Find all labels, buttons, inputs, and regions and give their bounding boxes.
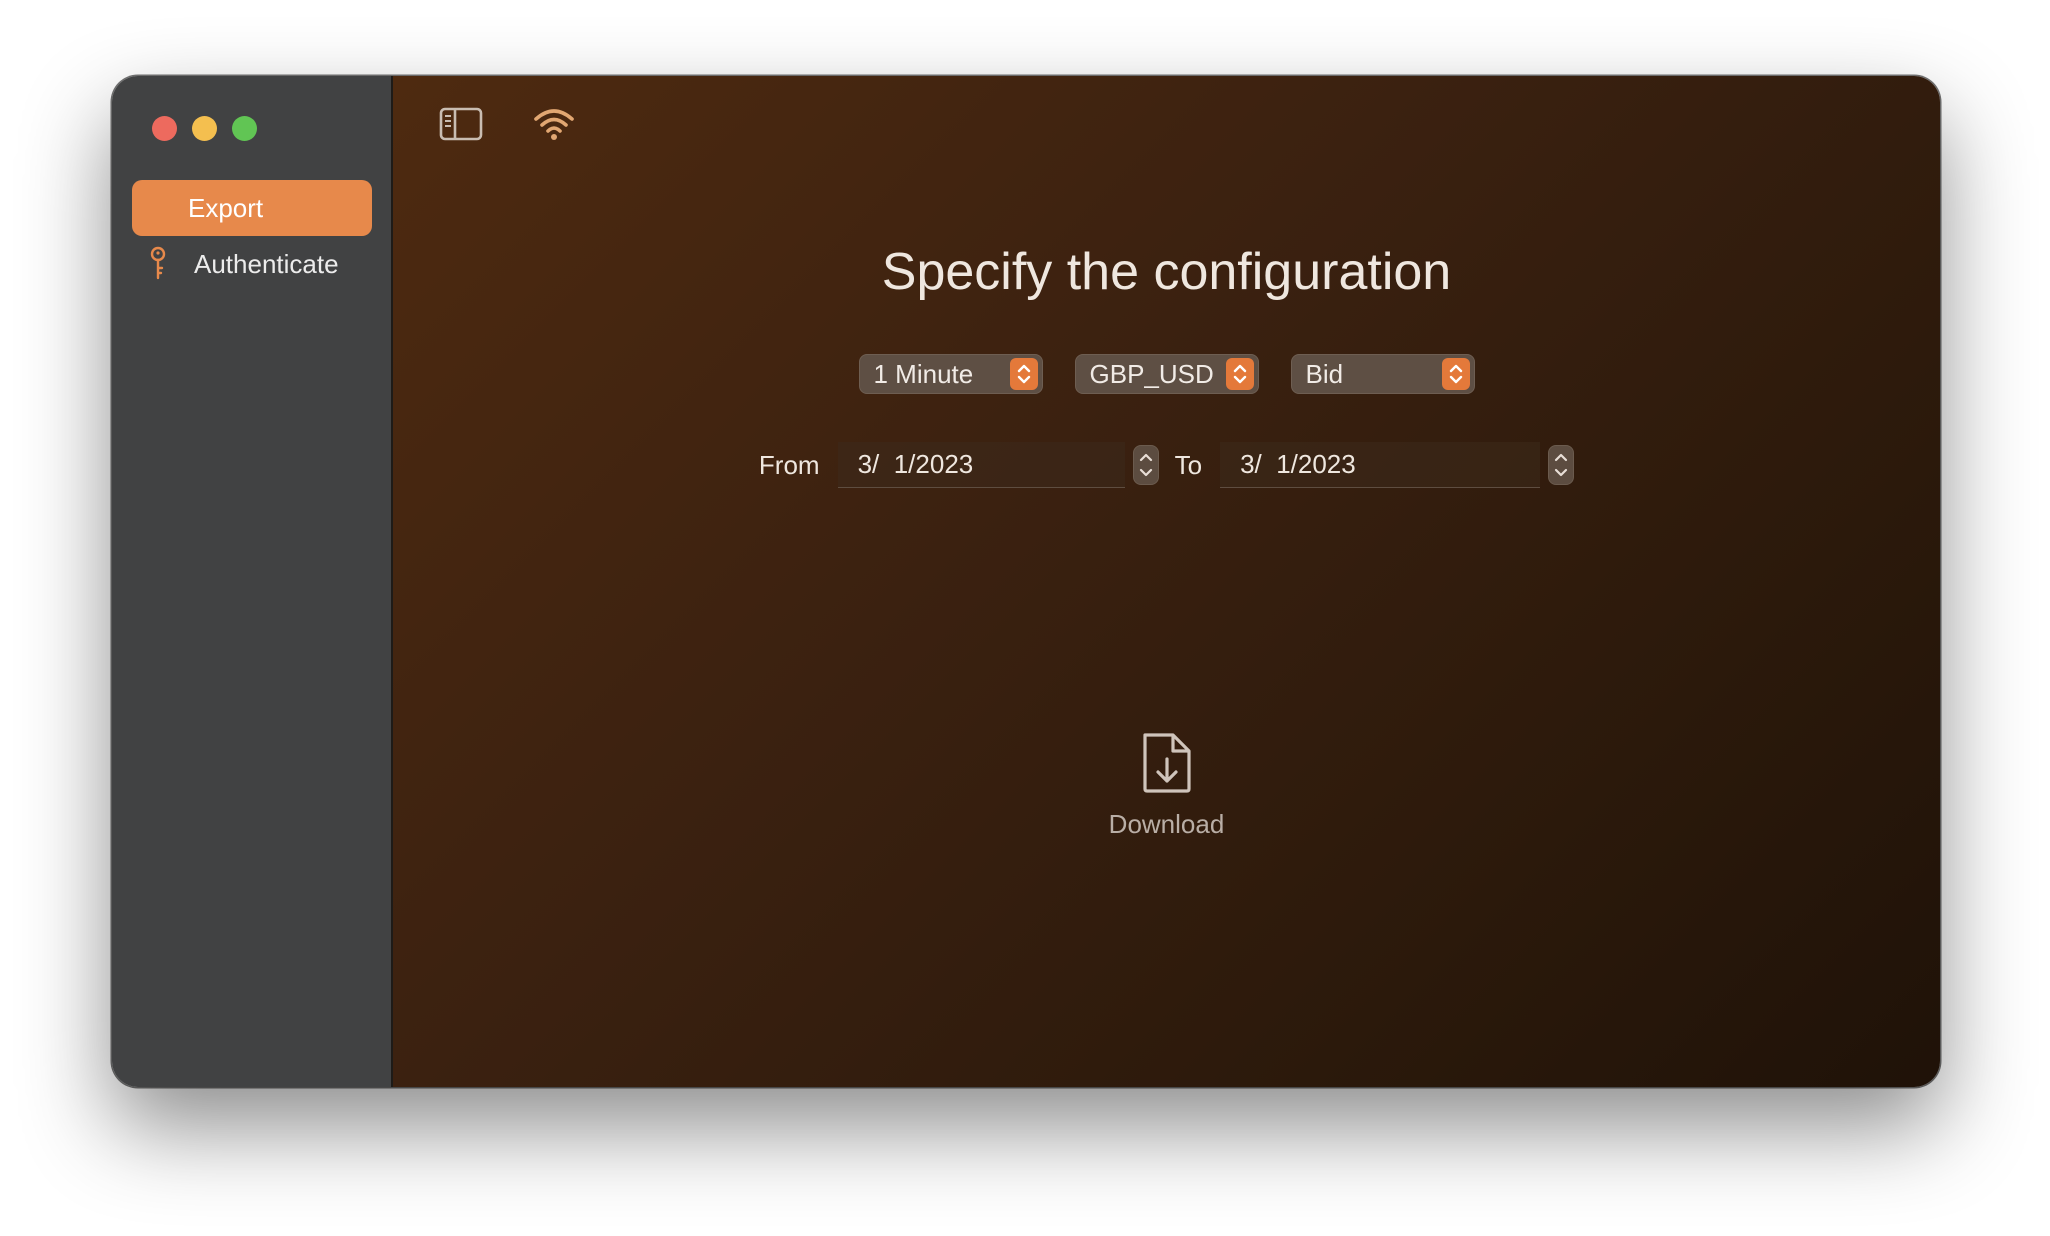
from-date-field[interactable]: 3/ 1/2023 [837,442,1125,488]
chevron-updown-icon [1225,358,1254,390]
wifi-icon[interactable] [533,106,575,142]
key-icon [150,246,166,280]
to-label: To [1174,449,1203,480]
sidebar: Export Authenticate [112,76,393,1087]
sidebar-toggle-icon[interactable] [439,106,483,142]
sidebar-item-label: Export [188,192,264,223]
timeframe-value: 1 Minute [873,358,974,389]
minimize-button[interactable] [192,116,217,141]
from-label: From [758,449,820,480]
sidebar-item-authenticate[interactable]: Authenticate [132,236,372,292]
page-title: Specify the configuration [881,243,1452,301]
price-type-popup[interactable]: Bid [1290,354,1475,394]
from-date-stepper[interactable] [1132,445,1159,485]
instrument-popup[interactable]: GBP_USD [1074,354,1259,394]
to-date-field[interactable]: 3/ 1/2023 [1220,442,1541,488]
sidebar-item-label: Authenticate [194,248,339,279]
config-popups: 1 Minute GBP_USD Bid [393,354,1940,394]
zoom-button[interactable] [232,116,257,141]
main-content: Specify the configuration 1 Minute GBP_U… [393,76,1940,1087]
chevron-updown-icon [1441,358,1470,390]
chevron-updown-icon [1009,358,1038,390]
sidebar-item-export[interactable]: Export [132,180,372,236]
date-range: From 3/ 1/2023 To 3/ 1/2023 [393,442,1940,488]
download-button[interactable]: Download [393,731,1940,840]
document-download-icon [1142,733,1191,793]
instrument-value: GBP_USD [1089,358,1214,389]
download-label: Download [1108,809,1225,839]
price-type-value: Bid [1305,358,1344,389]
app-window: Export Authenticate Specify the configur… [112,76,1940,1087]
window-controls [152,116,257,141]
from-date-value: 3/ 1/2023 [857,449,974,479]
to-date-stepper[interactable] [1548,445,1575,485]
to-date-value: 3/ 1/2023 [1240,449,1356,479]
close-button[interactable] [152,116,177,141]
timeframe-popup[interactable]: 1 Minute [858,354,1043,394]
